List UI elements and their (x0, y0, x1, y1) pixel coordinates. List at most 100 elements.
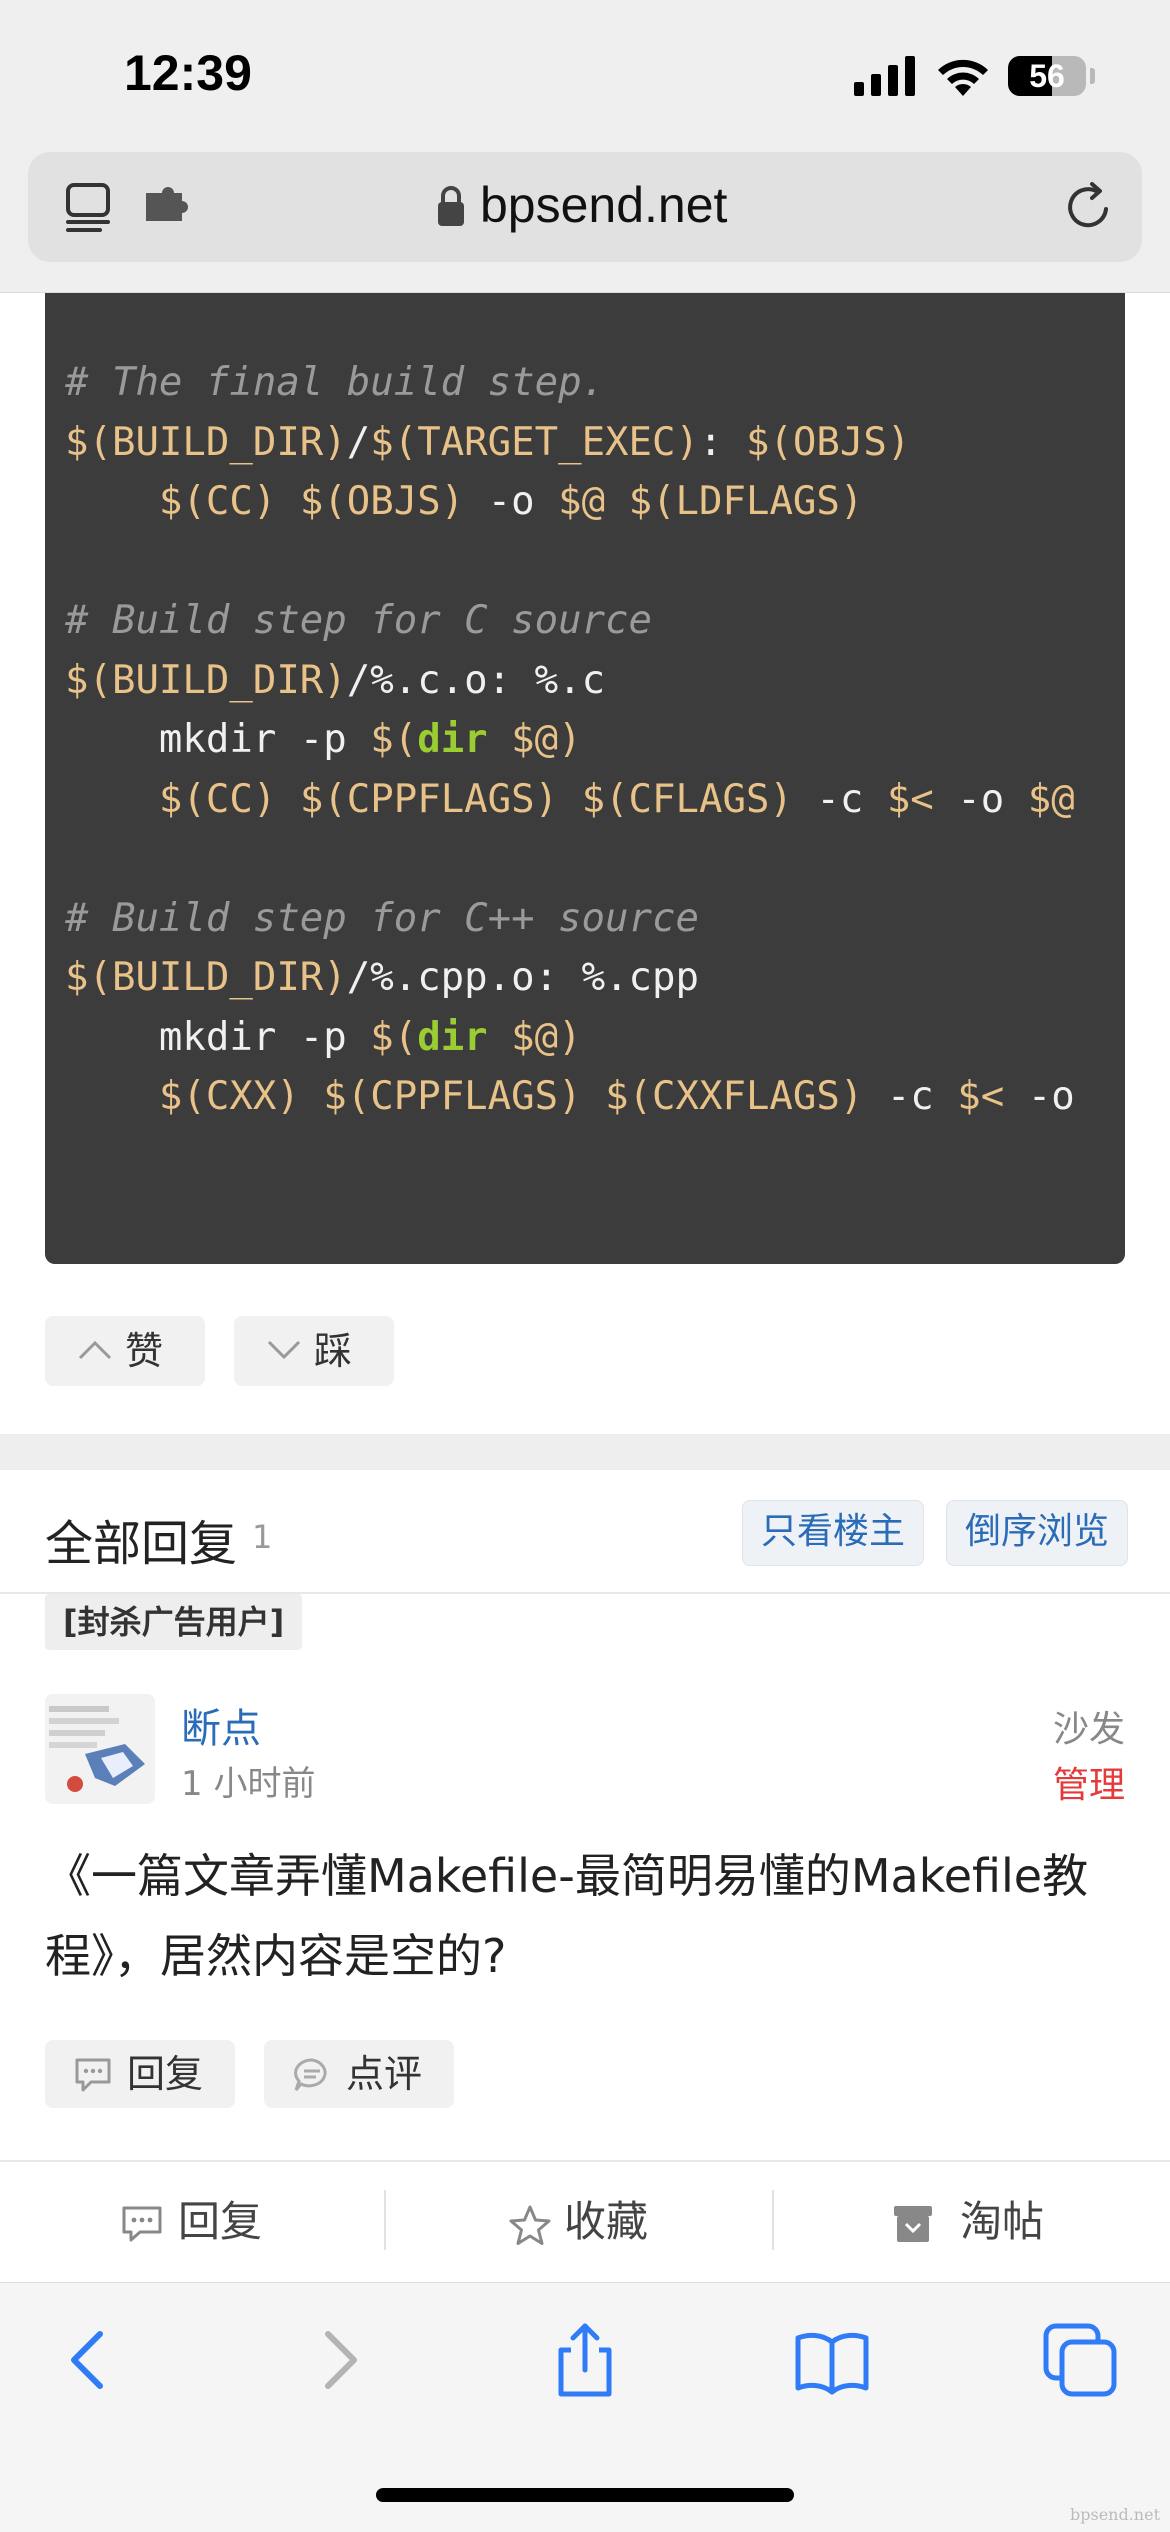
author-name[interactable]: 断点 (181, 1696, 261, 1754)
upvote-label: 赞 (125, 1329, 164, 1373)
code-token: /%.cpp.o: %.cpp (346, 955, 699, 1000)
tabs-icon[interactable] (1040, 2320, 1120, 2400)
comment-icon (122, 2206, 162, 2242)
code-token: $< (957, 1074, 1005, 1119)
replies-title: 全部回复 (45, 1516, 238, 1572)
code-token: $(CXXFLAGS) (605, 1074, 864, 1119)
code-token: $(TARGET_EXEC) (370, 419, 699, 465)
status-time: 12:39 (124, 45, 252, 101)
code-token: $( (370, 1014, 418, 1060)
back-icon[interactable] (48, 2320, 128, 2400)
code-token: $(CXX) (158, 1074, 300, 1119)
code-token: / (346, 419, 371, 465)
archive-box-icon (894, 2206, 932, 2242)
code-token: $(LDFLAGS) (628, 479, 864, 524)
url-bar[interactable]: bpsend.net (28, 152, 1142, 262)
code-block: CPPFLAGS := $(INC_FLAGS) -MMD -MP# The f… (45, 250, 1125, 1264)
code-token: mkdir -p (65, 717, 371, 762)
downvote-label: 踩 (314, 1329, 353, 1373)
browser-top-bar: 12:39 56 bpsend.net (0, 0, 1170, 292)
code-line: $(BUILD_DIR)/%.cpp.o: %.cpp (65, 948, 699, 1008)
forward-icon[interactable] (300, 2320, 380, 2400)
code-token: $(CPPFLAGS) (323, 1074, 582, 1119)
code-token: $( (370, 717, 418, 762)
downvote-button[interactable]: 踩 (234, 1316, 394, 1386)
chevron-down-icon (267, 1340, 301, 1360)
comment-button-label: 点评 (346, 2052, 423, 2096)
code-token: # The final build step. (65, 360, 606, 405)
code-line: $(CXX) $(CPPFLAGS) $(CXXFLAGS) -c $< -o (65, 1067, 1075, 1127)
post-time: 1 小时前 (181, 1764, 316, 1804)
code-line: # Build step for C++ source (65, 889, 699, 949)
post-action-bar: 回复 收藏 淘帖 (0, 2160, 1170, 2282)
bar-separator (772, 2190, 774, 2250)
avatar-image (45, 1694, 155, 1804)
code-line: $(CC) $(OBJS) -o $@ $(LDFLAGS) (65, 472, 863, 532)
reverse-order-button[interactable]: 倒序浏览 (946, 1500, 1129, 1566)
code-line: $(CC) $(CPPFLAGS) $(CFLAGS) -c $< -o $@ (65, 770, 1075, 830)
user-group-badge: [封杀广告用户] (45, 1594, 303, 1650)
favorite-label: 收藏 (564, 2197, 649, 2246)
battery-percent: 56 (1029, 58, 1065, 94)
code-token: /%.c.o: %.c (346, 657, 606, 703)
code-token: $@) (487, 717, 582, 762)
share-icon[interactable] (545, 2320, 625, 2400)
bottom-reply-label: 回复 (178, 2197, 263, 2246)
tao-post-button[interactable]: 淘帖 (892, 2162, 1092, 2282)
filter-owner-only-button[interactable]: 只看楼主 (742, 1500, 925, 1566)
chevron-up-icon (78, 1340, 112, 1360)
avatar[interactable] (45, 1694, 155, 1804)
code-token: $(BUILD_DIR) (65, 955, 347, 1000)
post-content: 《一篇文章弄懂Makefile-最简明易懂的Makefile教程》，居然内容是空… (45, 1849, 1089, 1983)
home-indicator (376, 2488, 794, 2502)
code-token: # Build step for C source (65, 598, 652, 643)
code-token: $(CC) (158, 776, 277, 822)
wifi-icon (938, 59, 988, 96)
code-token: $@ (1027, 776, 1075, 822)
bookmarks-icon[interactable] (792, 2320, 872, 2400)
lock-icon (438, 186, 464, 226)
bottom-reply-button[interactable]: 回复 (120, 2162, 320, 2282)
code-line: $(BUILD_DIR)/%.c.o: %.c (65, 651, 605, 711)
code-token: # Build step for C++ source (65, 895, 699, 941)
code-line: mkdir -p $(dir $@) (65, 710, 582, 770)
comment-button[interactable]: 点评 (264, 2040, 454, 2108)
code-token: -o (1004, 1074, 1075, 1119)
battery-nub (1090, 68, 1095, 84)
code-token: : (698, 419, 746, 465)
reply-button[interactable]: 回复 (45, 2040, 235, 2108)
code-token: mkdir -p (65, 1014, 371, 1060)
code-token: $(OBJS) (299, 479, 465, 524)
url-text[interactable]: bpsend.net (480, 176, 727, 234)
extension-puzzle-icon[interactable] (142, 179, 198, 235)
tao-post-label: 淘帖 (960, 2197, 1045, 2246)
code-line: $(BUILD_DIR)/$(TARGET_EXEC): $(OBJS) (65, 413, 910, 473)
code-token: $(CFLAGS) (581, 776, 793, 822)
bar-separator (384, 2190, 386, 2250)
code-token: -c (863, 1074, 958, 1119)
reload-icon[interactable] (1062, 179, 1118, 235)
code-line: # Build step for C source (65, 591, 652, 651)
code-token: -o (464, 479, 559, 524)
manage-link[interactable]: 管理 (1053, 1756, 1125, 1808)
favorite-button[interactable]: 收藏 (508, 2162, 708, 2282)
comment-icon (75, 2058, 111, 2092)
speech-bubble-icon (294, 2058, 327, 2091)
code-token: $(OBJS) (745, 419, 911, 465)
code-token: $(BUILD_DIR) (65, 419, 347, 465)
code-line: mkdir -p $(dir $@) (65, 1008, 582, 1068)
upvote-button[interactable]: 赞 (45, 1316, 205, 1386)
reader-view-icon[interactable] (62, 179, 118, 235)
code-token: dir (417, 1014, 488, 1060)
section-divider (0, 1434, 1170, 1470)
code-token: $< (886, 776, 934, 822)
replies-count: 1 (252, 1518, 273, 1556)
